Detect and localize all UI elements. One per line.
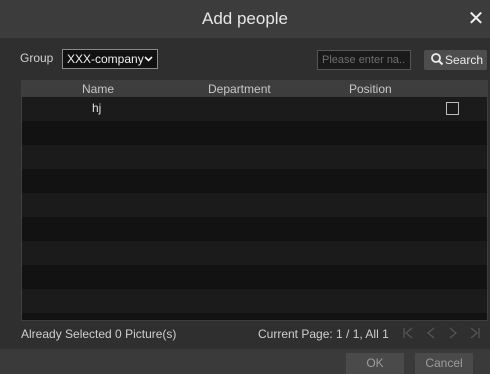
next-page-icon[interactable] (446, 325, 460, 341)
table-body: hj (22, 97, 487, 320)
table-header: Name Department Position (22, 81, 487, 97)
empty-row (22, 217, 487, 241)
search-input[interactable] (317, 50, 411, 70)
column-header-name[interactable]: Name (82, 81, 114, 97)
title-bar: Add people ✕ (0, 0, 490, 38)
last-page-icon[interactable] (468, 325, 482, 341)
group-select-value: XXX-company (67, 52, 144, 66)
group-select[interactable]: XXX-company (62, 49, 158, 69)
close-icon[interactable]: ✕ (464, 4, 488, 34)
ok-button[interactable]: OK (346, 353, 404, 374)
previous-page-icon[interactable] (424, 325, 438, 341)
row-name: hj (92, 101, 102, 115)
row-checkbox[interactable] (446, 102, 459, 115)
empty-row (22, 169, 487, 193)
empty-row (22, 121, 487, 145)
cancel-button[interactable]: Cancel (415, 353, 473, 374)
empty-row (22, 265, 487, 289)
empty-row (22, 289, 487, 313)
add-people-dialog: Add people ✕ Group XXX-company Search Na… (0, 0, 490, 374)
search-button-label: Search (444, 53, 483, 67)
people-table: Name Department Position hj (21, 80, 488, 321)
dialog-title: Add people (201, 9, 289, 28)
empty-row (22, 241, 487, 265)
empty-row (22, 313, 487, 320)
group-label: Group (20, 51, 54, 65)
column-header-position[interactable]: Position (349, 81, 392, 97)
chevron-down-icon (144, 50, 153, 75)
page-info: Current Page: 1 / 1, All 1 (258, 327, 389, 341)
first-page-icon[interactable] (401, 325, 415, 341)
selected-count: Already Selected 0 Picture(s) (21, 327, 177, 341)
column-header-department[interactable]: Department (208, 81, 271, 97)
search-button[interactable]: Search (424, 50, 487, 70)
search-icon (431, 53, 444, 66)
empty-row (22, 193, 487, 217)
table-row[interactable]: hj (22, 97, 487, 121)
empty-row (22, 145, 487, 169)
